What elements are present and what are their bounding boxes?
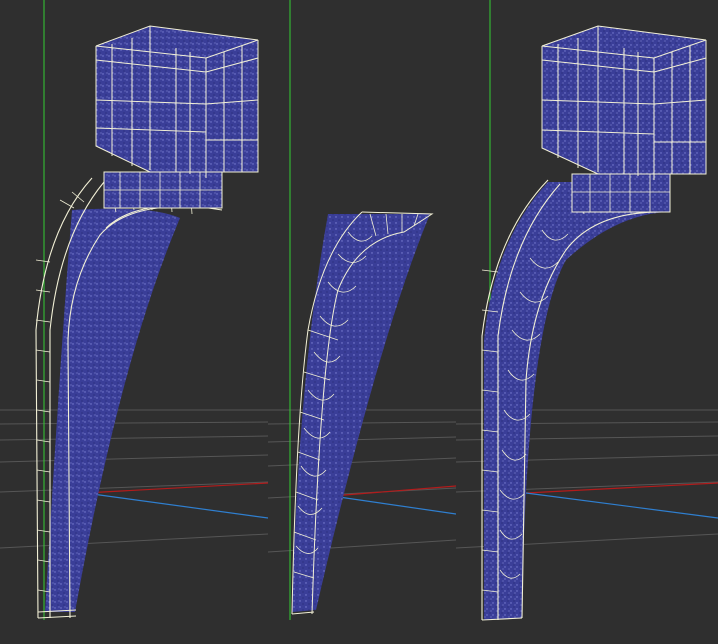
corbel-top-cube — [95, 25, 259, 178]
viewport-middle-canvas[interactable] — [268, 0, 456, 644]
viewport-left-canvas[interactable] — [0, 0, 268, 644]
corbel-top-cube — [541, 25, 707, 180]
corbel-neck-block — [103, 171, 223, 209]
corbel-arm-surface — [484, 182, 668, 620]
viewport-middle[interactable] — [268, 0, 456, 644]
axis-y-line — [525, 492, 718, 519]
viewport-row — [0, 0, 718, 644]
viewport-left[interactable] — [0, 0, 268, 644]
axis-y-line — [331, 495, 456, 515]
corbel-neck-block — [571, 173, 671, 213]
ground-grid — [0, 409, 268, 549]
viewport-right-canvas[interactable] — [456, 0, 718, 644]
axis-x-line — [331, 485, 456, 497]
viewport-right[interactable] — [456, 0, 718, 644]
axis-y-line — [84, 492, 268, 519]
